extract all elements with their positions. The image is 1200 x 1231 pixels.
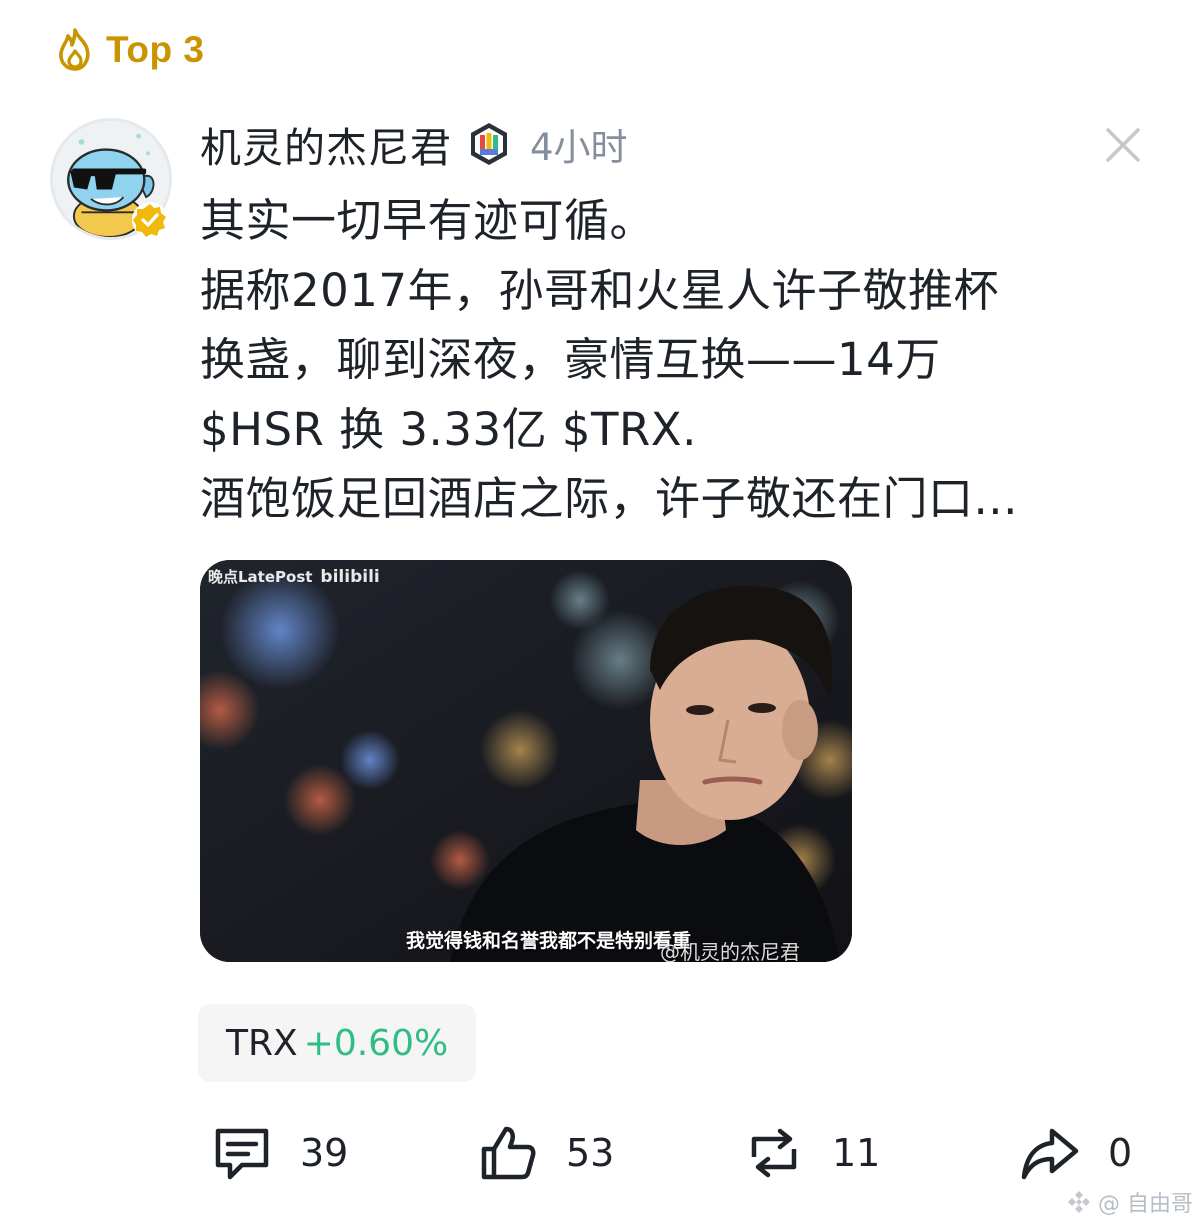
footer-watermark-text: @ 自由哥 bbox=[1098, 1192, 1193, 1217]
flame-icon bbox=[59, 28, 90, 71]
action-bar: 39 53 11 0 bbox=[0, 1118, 1200, 1188]
creator-badge-icon bbox=[471, 123, 507, 165]
post-text-line: 酒饱饭足回酒店之际，许子敬还在门口... bbox=[200, 472, 1018, 525]
comment-count: 39 bbox=[300, 1131, 349, 1175]
verified-icon bbox=[132, 202, 168, 238]
comment-button[interactable]: 39 bbox=[212, 1118, 348, 1188]
repost-count: 11 bbox=[832, 1131, 881, 1175]
share-icon bbox=[1021, 1128, 1079, 1180]
comment-icon bbox=[215, 1128, 269, 1180]
repost-button[interactable]: 11 bbox=[744, 1118, 880, 1188]
post-text-line: 换盏，聊到深夜，豪情互换——14万 bbox=[200, 333, 941, 386]
footer-watermark: @ 自由哥 bbox=[1066, 1186, 1193, 1218]
top-badge-label: Top 3 bbox=[106, 29, 205, 70]
repost-icon bbox=[751, 1128, 797, 1178]
post-text-line: 据称2017年，孙哥和火星人许子敬推杯 bbox=[200, 263, 1000, 317]
post-text-line: $HSR 换 3.33亿 $TRX. bbox=[200, 402, 697, 456]
thumbs-up-icon bbox=[481, 1126, 536, 1180]
video-watermark: 晚点LatePost bilibili bbox=[208, 566, 380, 587]
post-text[interactable]: 其实一切早有迹可循。 据称2017年，孙哥和火星人许子敬推杯 换盏，聊到深夜，豪… bbox=[200, 186, 1160, 534]
video-subtitle: 我觉得钱和名誉我都不是特别看重 bbox=[406, 930, 692, 952]
author-name[interactable]: 机灵的杰尼君 bbox=[200, 114, 452, 174]
video-frame-image bbox=[200, 560, 852, 962]
binance-logo-icon bbox=[1068, 1191, 1090, 1213]
post-time: 4小时 bbox=[530, 126, 628, 169]
like-count: 53 bbox=[566, 1131, 615, 1175]
coin-change: +0.60% bbox=[303, 1022, 449, 1064]
like-button[interactable]: 53 bbox=[478, 1118, 614, 1188]
coin-symbol: TRX bbox=[226, 1022, 298, 1064]
bilibili-watermark: bilibili bbox=[320, 566, 380, 587]
video-author-watermark: @机灵的杰尼君 bbox=[660, 940, 800, 962]
latepost-watermark: 晚点LatePost bbox=[208, 568, 313, 586]
post-header: 机灵的杰尼君 4小时 bbox=[200, 116, 628, 172]
share-button[interactable]: 0 bbox=[1020, 1118, 1132, 1188]
coin-tag[interactable]: TRX +0.60% bbox=[198, 1004, 477, 1082]
post-video-thumbnail[interactable]: 晚点LatePost bilibili 我觉得钱和名誉我都不是特别看重 @机灵的… bbox=[200, 560, 852, 962]
post-text-line: 其实一切早有迹可循。 bbox=[200, 194, 656, 247]
share-count: 0 bbox=[1108, 1131, 1133, 1175]
top-badge: Top 3 bbox=[54, 24, 204, 76]
close-icon[interactable] bbox=[1100, 122, 1146, 168]
